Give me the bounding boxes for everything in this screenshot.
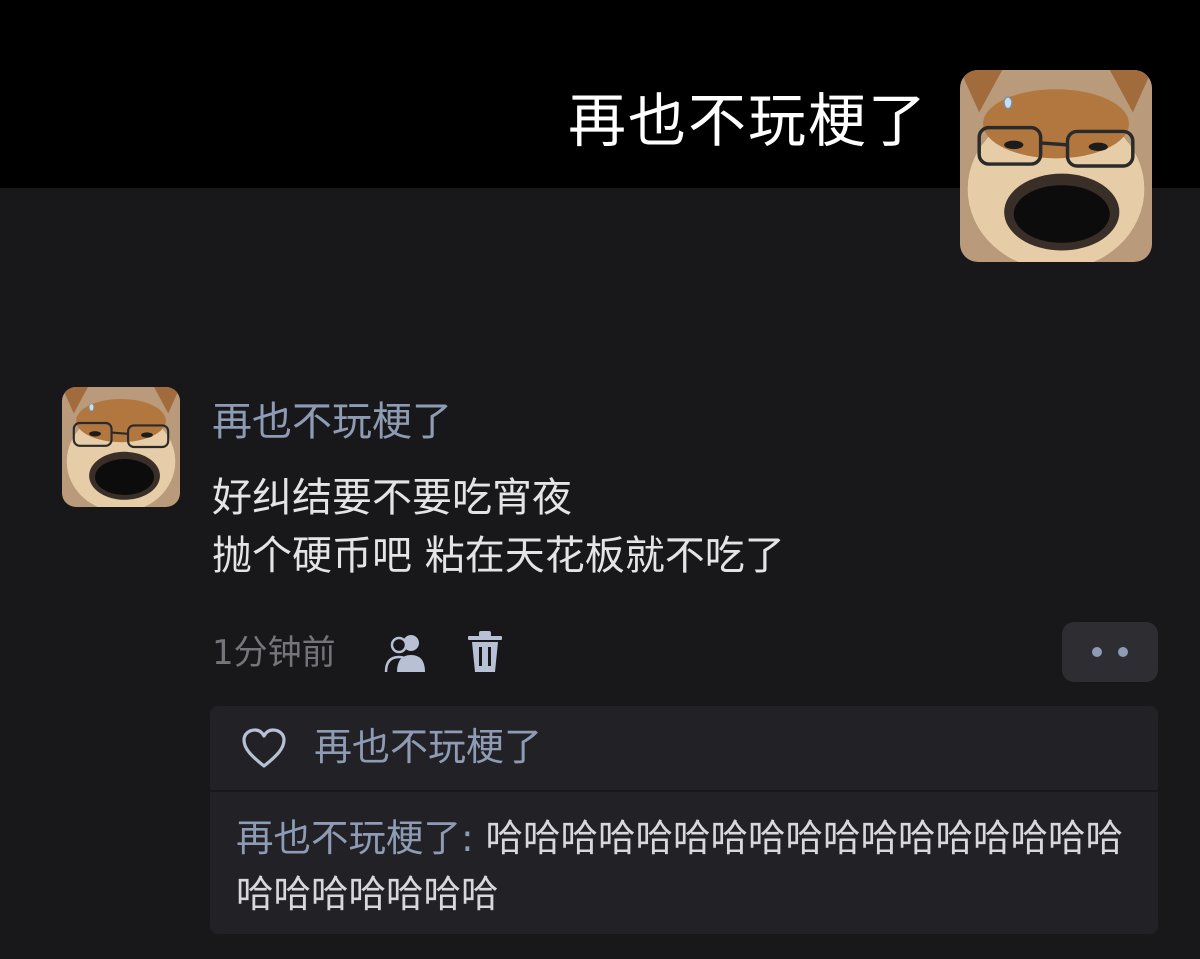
more-dots-icon bbox=[1092, 647, 1102, 657]
likes-and-replies-panel: 再也不玩梗了 再也不玩梗了: 哈哈哈哈哈哈哈哈哈哈哈哈哈哈哈哈哈哈哈哈哈哈哈哈 bbox=[210, 706, 1158, 934]
comment-text: 好纠结要不要吃宵夜 抛个硬币吧 粘在天花板就不吃了 bbox=[212, 470, 785, 586]
more-dots-icon bbox=[1118, 647, 1128, 657]
comment-text-line: 抛个硬币吧 粘在天花板就不吃了 bbox=[212, 533, 785, 579]
more-options-button[interactable] bbox=[1062, 622, 1158, 682]
shiba-glasses-avatar-icon bbox=[960, 70, 1152, 262]
header-title: 再也不玩梗了 bbox=[567, 87, 928, 155]
heart-icon[interactable] bbox=[240, 726, 288, 770]
header-avatar[interactable] bbox=[960, 70, 1152, 262]
comment-timestamp: 1分钟前 bbox=[212, 633, 336, 673]
comment-text-line: 好纠结要不要吃宵夜 bbox=[212, 475, 572, 521]
reply-item[interactable]: 再也不玩梗了: 哈哈哈哈哈哈哈哈哈哈哈哈哈哈哈哈哈哈哈哈哈哈哈哈 bbox=[236, 810, 1160, 922]
reply-author[interactable]: 再也不玩梗了: bbox=[236, 816, 474, 860]
people-icon[interactable] bbox=[383, 632, 431, 674]
likes-row: 再也不玩梗了 bbox=[210, 706, 1158, 792]
shiba-glasses-avatar-icon bbox=[62, 387, 180, 507]
comment-username[interactable]: 再也不玩梗了 bbox=[212, 394, 452, 450]
liker-name[interactable]: 再也不玩梗了 bbox=[314, 720, 542, 774]
trash-icon[interactable] bbox=[466, 630, 504, 674]
comment-avatar[interactable] bbox=[62, 387, 180, 507]
